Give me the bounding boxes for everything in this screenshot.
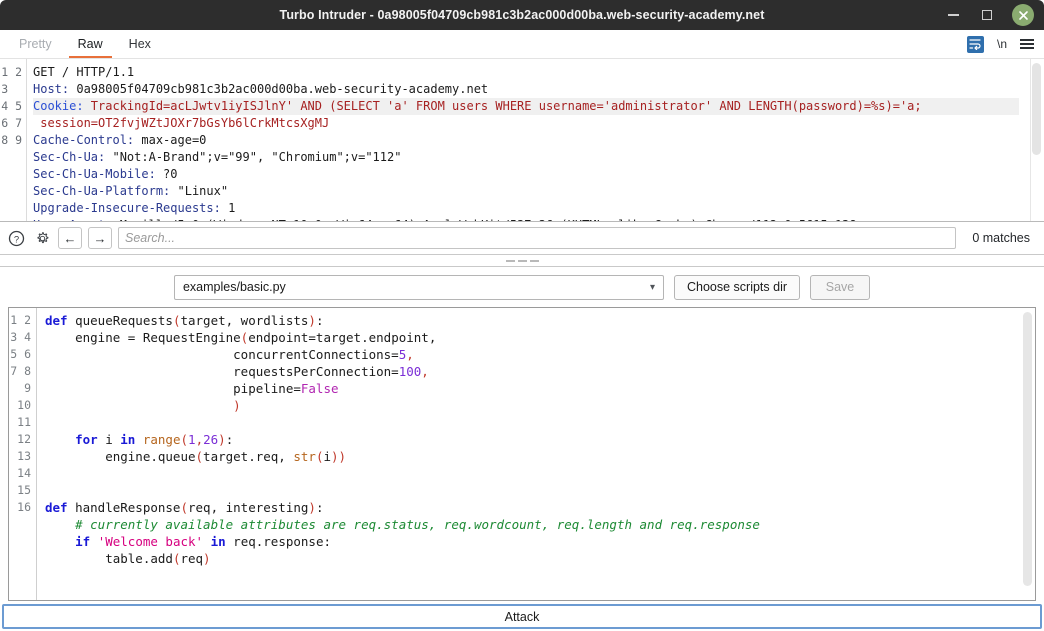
python-line-5: pipeline=False — [45, 381, 339, 396]
http-line-4-header: Cache-Control: — [33, 133, 135, 147]
footer: Attack — [0, 601, 1044, 631]
http-line-5-header: Sec-Ch-Ua: — [33, 150, 106, 164]
http-line-4-value: max-age=0 — [134, 133, 207, 147]
python-line-14: if 'Welcome back' in req.response: — [45, 534, 331, 549]
python-line-13: # currently available attributes are req… — [45, 517, 760, 532]
http-request-panel: Pretty Raw Hex \n 1 2 3 4 5 6 7 8 9 GET … — [0, 30, 1044, 267]
attack-button-label: Attack — [504, 609, 540, 624]
http-request-text[interactable]: GET / HTTP/1.1 Host: 0a98005f04709cb981c… — [27, 59, 1044, 221]
http-line-5-value: "Not:A-Brand";v="99", "Chromium";v="112" — [105, 150, 402, 164]
save-button-label: Save — [825, 280, 855, 294]
python-line-16 — [45, 568, 53, 583]
python-line-10 — [45, 466, 53, 481]
help-icon[interactable]: ? — [6, 228, 26, 248]
show-newlines-icon[interactable]: \n — [997, 37, 1007, 51]
python-line-12: def handleResponse(req, interesting): — [45, 500, 324, 515]
turbo-intruder-window: Turbo Intruder - 0a98005f04709cb981c3b2a… — [0, 0, 1044, 631]
search-toolbar: ? ← → 0 matches — [0, 222, 1044, 255]
script-select-value: examples/basic.py — [182, 280, 286, 294]
http-line-9-value: Mozilla/5.0 (Windows NT 10.0; Win64; x64… — [112, 218, 857, 221]
window-controls — [944, 4, 1044, 26]
http-line-3: Cookie: TrackingId=acLJwtv1iyISJlnY' AND… — [33, 98, 1019, 115]
http-line-6-header: Sec-Ch-Ua-Mobile: — [33, 167, 156, 181]
http-line-3-header: Cookie: — [33, 99, 84, 113]
tab-pretty-label: Pretty — [19, 37, 52, 51]
search-next-button[interactable]: → — [88, 227, 112, 249]
script-select[interactable]: examples/basic.py ▾ — [173, 274, 664, 300]
http-line-8-header: Upgrade-Insecure-Requests: — [33, 201, 221, 215]
python-line-11 — [45, 483, 53, 498]
python-line-8: for i in range(1,26): — [45, 432, 234, 447]
save-button[interactable]: Save — [810, 274, 871, 300]
maximize-icon[interactable] — [978, 6, 996, 24]
tab-raw-label: Raw — [77, 37, 103, 51]
search-matches-count: 0 matches — [972, 231, 1030, 245]
tab-hex-label: Hex — [128, 37, 151, 51]
gear-icon[interactable] — [32, 228, 52, 248]
http-vertical-scrollbar[interactable] — [1032, 63, 1041, 155]
python-vertical-scrollbar[interactable] — [1023, 312, 1032, 586]
http-line-numbers: 1 2 3 4 5 6 7 8 9 — [0, 59, 27, 221]
window-titlebar: Turbo Intruder - 0a98005f04709cb981c3b2a… — [0, 0, 1044, 30]
python-script-editor[interactable]: 1 2 3 4 5 6 7 8 9 10 11 12 13 14 15 16 d… — [8, 307, 1036, 601]
request-view-tabs: Pretty Raw Hex \n — [0, 30, 1044, 59]
tab-hex[interactable]: Hex — [116, 30, 164, 58]
svg-text:?: ? — [13, 234, 18, 245]
panel-splitter[interactable] — [0, 255, 1044, 267]
choose-scripts-dir-button[interactable]: Choose scripts dir — [673, 274, 801, 300]
python-line-4: requestsPerConnection=100, — [45, 364, 429, 379]
python-line-9: engine.queue(target.req, str(i)) — [45, 449, 347, 464]
http-line-3-continuation: session=OT2fvjWZtJOXr7bGsYb6lCrkMtcsXgMJ — [33, 116, 330, 130]
http-line-2-header: Host: — [33, 82, 70, 96]
python-line-2: engine = RequestEngine(endpoint=target.e… — [45, 330, 437, 345]
http-line-7-value: "Linux" — [170, 184, 229, 198]
newline-icon-label: \n — [996, 37, 1007, 51]
search-prev-button[interactable]: ← — [58, 227, 82, 249]
http-line-1: GET / HTTP/1.1 — [33, 65, 135, 79]
attack-button[interactable]: Attack — [2, 604, 1042, 629]
python-line-3: concurrentConnections=5, — [45, 347, 414, 362]
request-tabbar-actions: \n — [966, 30, 1044, 58]
word-wrap-icon[interactable] — [966, 35, 984, 53]
tab-pretty[interactable]: Pretty — [6, 30, 65, 58]
search-next-icon: → — [93, 230, 107, 246]
choose-scripts-dir-label: Choose scripts dir — [686, 280, 788, 294]
http-line-3-value: TrackingId=acLJwtv1iyISJlnY' AND (SELECT… — [83, 99, 922, 113]
python-line-numbers: 1 2 3 4 5 6 7 8 9 10 11 12 13 14 15 16 — [9, 308, 37, 600]
python-line-15: table.add(req) — [45, 551, 211, 566]
tab-raw[interactable]: Raw — [65, 30, 116, 58]
http-line-6-value: ?0 — [155, 167, 178, 181]
http-line-7-header: Sec-Ch-Ua-Platform: — [33, 184, 171, 198]
http-line-8-value: 1 — [220, 201, 236, 215]
search-prev-icon: ← — [63, 230, 77, 246]
python-code-text[interactable]: def queueRequests(target, wordlists): en… — [37, 308, 1035, 600]
menu-icon[interactable] — [1020, 38, 1034, 50]
http-line-2-value: 0a98005f04709cb981c3b2ac000d00ba.web-sec… — [69, 82, 489, 96]
window-title: Turbo Intruder - 0a98005f04709cb981c3b2a… — [279, 8, 765, 22]
search-input[interactable] — [118, 227, 957, 249]
http-line-9-header: User-Agent: — [33, 218, 112, 221]
python-line-6: ) — [45, 398, 241, 413]
script-selection-bar: examples/basic.py ▾ Choose scripts dir S… — [0, 267, 1044, 307]
python-line-1: def queueRequests(target, wordlists): — [45, 313, 324, 328]
close-icon[interactable] — [1012, 4, 1034, 26]
http-request-editor[interactable]: 1 2 3 4 5 6 7 8 9 GET / HTTP/1.1 Host: 0… — [0, 59, 1044, 222]
python-line-7 — [45, 415, 53, 430]
chevron-down-icon: ▾ — [649, 281, 655, 293]
minimize-icon[interactable] — [944, 6, 962, 24]
